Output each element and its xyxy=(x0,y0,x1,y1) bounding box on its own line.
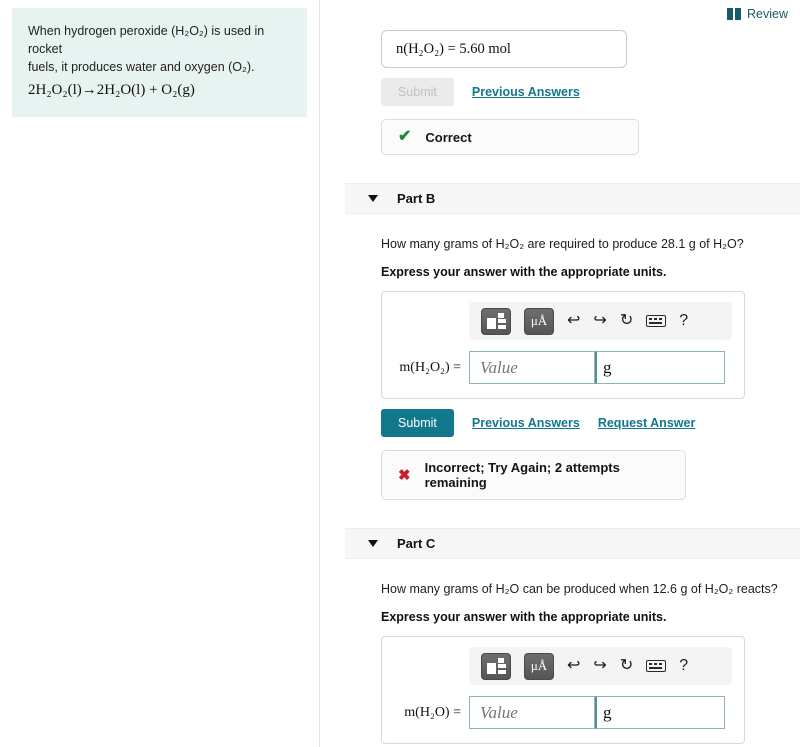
part-b-submit-button[interactable]: Submit xyxy=(381,409,454,437)
part-b-instruction: Express your answer with the appropriate… xyxy=(381,265,667,279)
part-b-question: How many grams of H₂O₂ are required to p… xyxy=(381,237,744,251)
answer-panel: Review n(H₂O₂) = 5.60 mol Submit Previou… xyxy=(321,0,800,747)
part-b-status-text: Incorrect; Try Again; 2 attempts remaini… xyxy=(424,460,620,490)
reset-circle-icon[interactable]: ↻ xyxy=(620,658,633,674)
part-b-status-box: ✖ Incorrect; Try Again; 2 attempts remai… xyxy=(381,450,686,500)
review-link[interactable]: Review xyxy=(727,7,788,21)
part-a-status-text: Correct xyxy=(425,129,472,145)
micro-angstrom-units-icon[interactable]: μÅ xyxy=(524,652,554,680)
part-a-answer-expression: n(H₂O₂) = 5.60 mol xyxy=(396,40,511,57)
math-template-icon[interactable] xyxy=(481,307,511,335)
redo-arrow-icon[interactable]: ↪ xyxy=(593,313,606,329)
reset-circle-icon[interactable]: ↻ xyxy=(620,313,633,329)
part-b-request-answer-link[interactable]: Request Answer xyxy=(598,416,695,430)
problem-text-line-1: When hydrogen peroxide (H₂O₂) is used in… xyxy=(28,24,265,56)
part-c-unit-input[interactable] xyxy=(595,696,725,729)
check-icon: ✔ xyxy=(398,128,412,145)
part-b-header[interactable]: Part B xyxy=(345,183,800,214)
problem-panel: When hydrogen peroxide (H₂O₂) is used in… xyxy=(0,0,320,747)
part-b-toolbar: μÅ ↩ ↪ ↻ ? xyxy=(469,302,732,340)
problem-statement-box: When hydrogen peroxide (H₂O₂) is used in… xyxy=(12,8,307,117)
part-b-button-row: Submit Previous Answers Request Answer xyxy=(381,409,800,437)
part-c-variable-label: m(H₂O) = xyxy=(404,704,461,720)
math-template-icon[interactable] xyxy=(481,652,511,680)
problem-text-line-2: fuels, it produces water and oxygen (O₂)… xyxy=(28,60,255,74)
review-label: Review xyxy=(747,7,788,21)
undo-arrow-icon[interactable]: ↩ xyxy=(567,658,580,674)
part-b-answer-card: μÅ ↩ ↪ ↻ ? m(H₂O₂) = xyxy=(381,291,745,399)
cross-icon: ✖ xyxy=(398,466,411,484)
part-b-variable-label: m(H₂O₂) = xyxy=(399,359,461,375)
part-a-status-box: ✔ Correct xyxy=(381,119,639,155)
part-c-question: How many grams of H₂O can be produced wh… xyxy=(381,582,778,596)
part-c-input-row: m(H₂O) = xyxy=(393,696,733,729)
part-c-title: Part C xyxy=(397,536,436,551)
units-icon-label: μÅ xyxy=(530,658,548,673)
assignment-page: When hydrogen peroxide (H₂O₂) is used in… xyxy=(0,0,800,747)
question-mark-icon[interactable]: ? xyxy=(679,312,688,330)
keyboard-icon[interactable] xyxy=(646,660,667,672)
part-b-previous-answers-link[interactable]: Previous Answers xyxy=(472,416,580,430)
chevron-down-icon[interactable] xyxy=(368,195,378,202)
part-a-submit-button: Submit xyxy=(381,78,454,106)
part-a-button-row: Submit Previous Answers xyxy=(381,78,800,106)
part-c-instruction: Express your answer with the appropriate… xyxy=(381,610,667,624)
units-icon-label: μÅ xyxy=(530,313,548,328)
part-b-input-row: m(H₂O₂) = xyxy=(393,351,733,384)
chemical-equation: 2H₂O₂(l)→2H₂O(l) + O₂(g) xyxy=(28,82,195,98)
chevron-down-icon[interactable] xyxy=(368,540,378,547)
keyboard-icon[interactable] xyxy=(646,315,667,327)
part-a-answer-box: n(H₂O₂) = 5.60 mol xyxy=(381,30,627,68)
review-row: Review xyxy=(321,0,800,22)
part-c-header[interactable]: Part C xyxy=(345,528,800,559)
redo-arrow-icon[interactable]: ↪ xyxy=(593,658,606,674)
question-mark-icon[interactable]: ? xyxy=(679,657,688,675)
undo-arrow-icon[interactable]: ↩ xyxy=(567,313,580,329)
book-icon xyxy=(727,8,741,20)
part-c-value-input[interactable] xyxy=(469,696,595,729)
part-b-value-input[interactable] xyxy=(469,351,595,384)
part-b-title: Part B xyxy=(397,191,436,206)
part-a-previous-answers-link[interactable]: Previous Answers xyxy=(472,85,580,99)
part-c-answer-card: μÅ ↩ ↪ ↻ ? m(H₂O) = xyxy=(381,636,745,744)
part-c-toolbar: μÅ ↩ ↪ ↻ ? xyxy=(469,647,732,685)
part-b-unit-input[interactable] xyxy=(595,351,725,384)
micro-angstrom-units-icon[interactable]: μÅ xyxy=(524,307,554,335)
